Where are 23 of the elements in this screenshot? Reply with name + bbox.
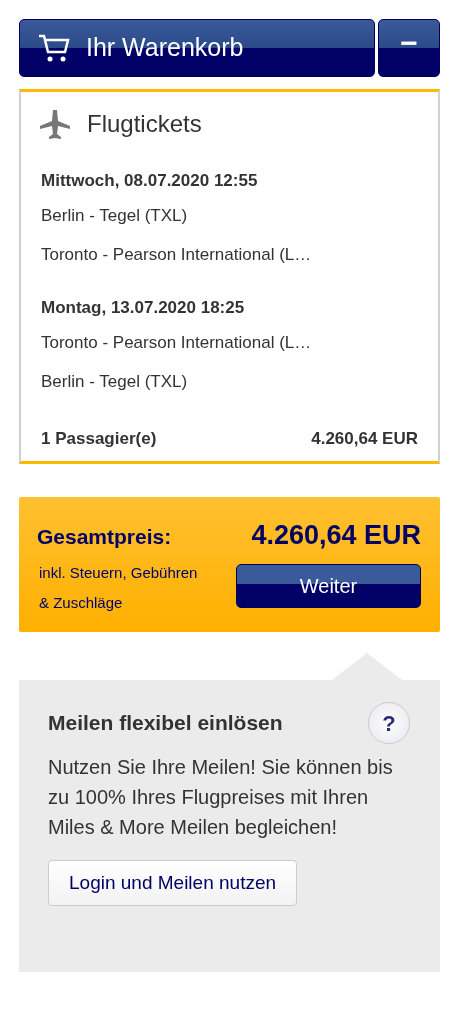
- airport-name: Berlin - Tegel (TXL): [41, 372, 189, 392]
- tax-note: inkl. Steuern, Gebühren: [39, 562, 198, 583]
- collapse-button[interactable]: −: [378, 19, 440, 77]
- total-amount: 4.260,64 EUR: [251, 519, 421, 552]
- airport-name: Toronto - Pearson International (L…: [41, 333, 313, 353]
- card-title: Flugtickets: [87, 109, 202, 139]
- tax-note: & Zuschläge: [39, 592, 124, 613]
- flight-datetime: Montag, 13.07.2020 18:25: [41, 297, 246, 319]
- cart-header[interactable]: Ihr Warenkorb: [19, 19, 375, 77]
- cart-title: Ihr Warenkorb: [86, 32, 244, 64]
- airport-name: Berlin - Tegel (TXL): [41, 206, 189, 226]
- help-button[interactable]: ?: [368, 702, 410, 744]
- ticket-price: 4.260,64 EUR: [311, 429, 418, 449]
- flight-datetime: Mittwoch, 08.07.2020 12:55: [41, 170, 259, 192]
- airport-name: Toronto - Pearson International (L…: [41, 245, 313, 265]
- passenger-count: 1 Passagier(e): [41, 429, 157, 449]
- total-label: Gesamtpreis:: [37, 524, 172, 550]
- continue-button[interactable]: Weiter: [236, 563, 421, 608]
- miles-title: Meilen flexibel einlösen: [48, 710, 283, 737]
- miles-description: Nutzen Sie Ihre Meilen! Sie können bis zu 100% Ihres Flugpreises mit Ihren Miles & More Meilen begleichen!: [48, 755, 394, 840]
- cart-icon: [38, 33, 70, 63]
- airplane-icon: [39, 108, 71, 140]
- login-button[interactable]: Login und Meilen nutzen: [48, 860, 298, 906]
